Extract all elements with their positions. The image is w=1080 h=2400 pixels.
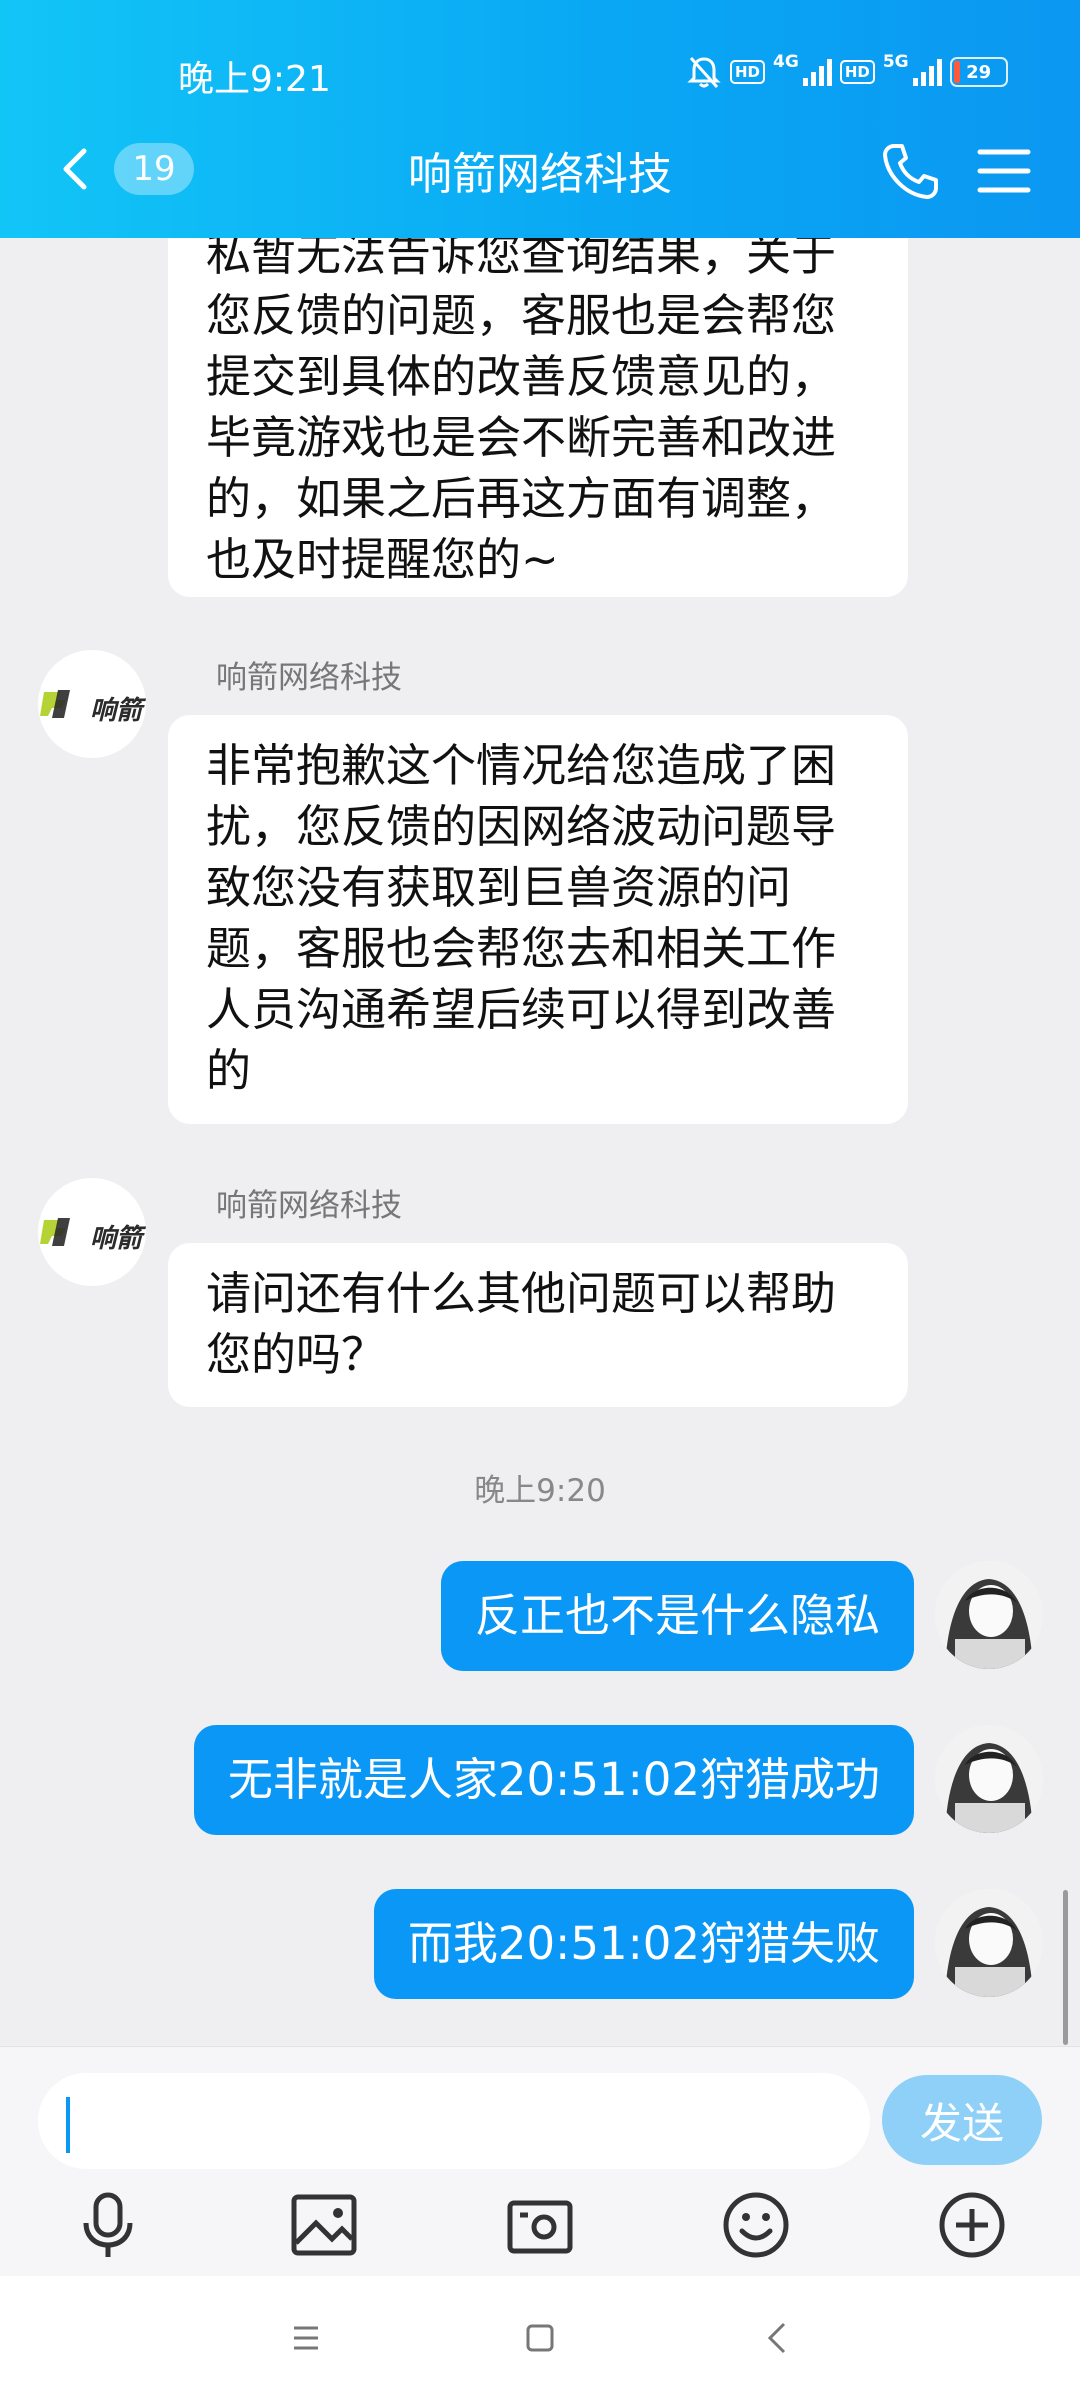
hd-icon: HD: [730, 60, 766, 84]
menu-icon[interactable]: [976, 146, 1032, 196]
signal-icon: [912, 58, 942, 86]
anime-avatar-image: [935, 1725, 1043, 1833]
user-avatar[interactable]: [935, 1725, 1043, 1833]
outgoing-message-bubble[interactable]: 而我20:51:02狩猎失败: [373, 1889, 914, 1999]
time-separator: 晚上9:20: [474, 1473, 606, 1509]
back-chevron-icon[interactable]: [756, 2316, 800, 2360]
incoming-message-bubble[interactable]: 请问还有什么其他问题可以帮助 您的吗？: [168, 1243, 908, 1407]
chat-header: 晚上9:21 HD 4G HD 5G 29 19 响箭网络科技: [0, 0, 1080, 238]
network-type-4g: 4G: [773, 52, 799, 72]
user-avatar[interactable]: [935, 1889, 1043, 1997]
sender-name: 响箭网络科技: [216, 1188, 402, 1224]
send-button[interactable]: 发送: [882, 2075, 1042, 2165]
anime-avatar-image: [935, 1561, 1043, 1669]
system-nav-bar: [0, 2276, 1080, 2400]
phone-icon[interactable]: [878, 140, 942, 204]
message-input[interactable]: [38, 2073, 870, 2169]
emoji-icon[interactable]: [718, 2187, 794, 2263]
mute-bell-icon: [687, 56, 721, 89]
hd-icon: HD: [839, 60, 875, 84]
bot-avatar-label: 响箭: [90, 1224, 143, 1254]
bot-avatar-label: 响箭: [90, 696, 143, 726]
image-picker-icon[interactable]: [286, 2187, 362, 2263]
anime-avatar-image: [935, 1889, 1043, 1997]
scrollbar[interactable]: [1063, 1890, 1068, 2045]
network-type-5g: 5G: [882, 52, 909, 72]
plus-icon[interactable]: [934, 2187, 1010, 2263]
battery-icon: 29: [949, 57, 1008, 87]
status-icons: HD 4G HD 5G 29: [686, 52, 1008, 90]
outgoing-message-bubble[interactable]: 无非就是人家20:51:02狩猎成功: [193, 1725, 914, 1835]
microphone-icon[interactable]: [70, 2187, 146, 2263]
home-square-icon[interactable]: [518, 2316, 562, 2360]
camera-icon[interactable]: [502, 2187, 578, 2263]
battery-level: 29: [966, 61, 992, 83]
outgoing-message-bubble[interactable]: 反正也不是什么隐私: [440, 1561, 914, 1671]
incoming-message-bubble[interactable]: 私暂无法告诉您查询结果，关于 您反馈的问题，客服也是会帮您 提交到具体的改善反馈…: [168, 205, 908, 597]
sender-name: 响箭网络科技: [216, 660, 402, 696]
text-caret: [66, 2097, 70, 2153]
incoming-message-bubble[interactable]: 非常抱歉这个情况给您造成了困 扰，您反馈的因网络波动问题导 致您没有获取到巨兽资…: [168, 715, 908, 1124]
recents-menu-icon[interactable]: [284, 2316, 328, 2360]
signal-icon: [802, 58, 832, 86]
user-avatar[interactable]: [935, 1561, 1043, 1669]
status-time: 晚上9:21: [178, 59, 331, 100]
input-area: 发送: [0, 2046, 1080, 2277]
